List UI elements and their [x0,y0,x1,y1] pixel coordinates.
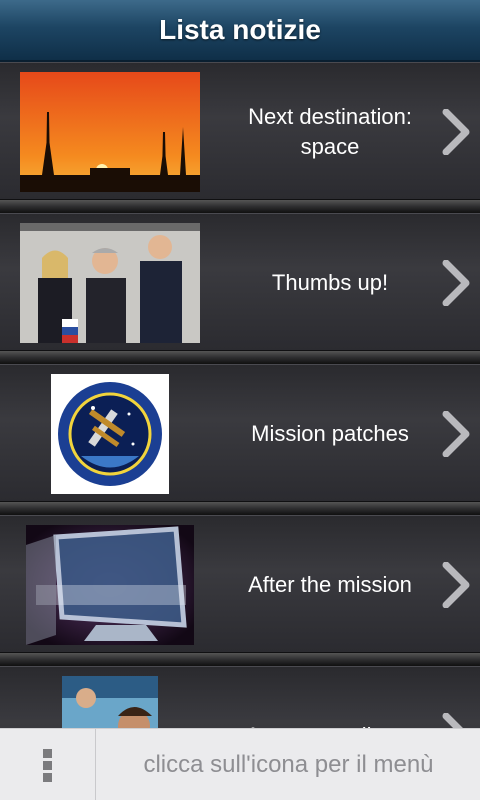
row-divider [0,351,480,364]
chevron-right-icon [442,713,463,728]
soyuz-mission-patch-image [51,374,169,494]
news-title: Amateur radio on [215,667,445,728]
in-bytes-video-image [26,525,194,645]
chevron-right-icon [442,260,470,306]
bottom-bar: clicca sull'icona per il menù [0,728,480,800]
menu-hint-text: clicca sull'icona per il menù [143,751,434,778]
menu-dot [43,761,52,770]
news-title-line-2: space [300,134,360,159]
news-item-next-destination[interactable]: Next destination: space [0,62,480,200]
news-title: Next destination: space [215,63,445,201]
row-divider [0,653,480,666]
row-divider [0,502,480,515]
news-item-mission-patches[interactable]: Mission patches [0,364,480,502]
row-divider [0,200,480,213]
chevron-right-icon [442,562,470,608]
news-title: After the mission [248,572,412,597]
news-item-after-the-mission[interactable]: After the mission [0,515,480,653]
menu-dot [43,749,52,758]
chevron-right-icon [442,109,470,155]
menu-dot [43,773,52,782]
news-item-thumbs-up[interactable]: Thumbs up! [0,213,480,351]
app-header: Lista notizie [0,0,480,62]
chevron-right-icon [442,411,470,457]
news-title: Mission patches [251,421,409,446]
overflow-menu-icon[interactable] [0,729,96,800]
astronauts-thumbs-up-image [20,223,200,343]
news-title-line-1: Next destination: [248,104,412,129]
rocket-launch-sunset-image [20,72,200,192]
news-item-amateur-radio[interactable]: Amateur radio on [0,666,480,728]
page-title: Lista notizie [159,14,321,45]
news-title: Thumbs up! [271,270,389,295]
news-list: Next destination: space Thumbs up! Missi… [0,62,480,728]
amateur-radio-kids-image [62,676,158,728]
